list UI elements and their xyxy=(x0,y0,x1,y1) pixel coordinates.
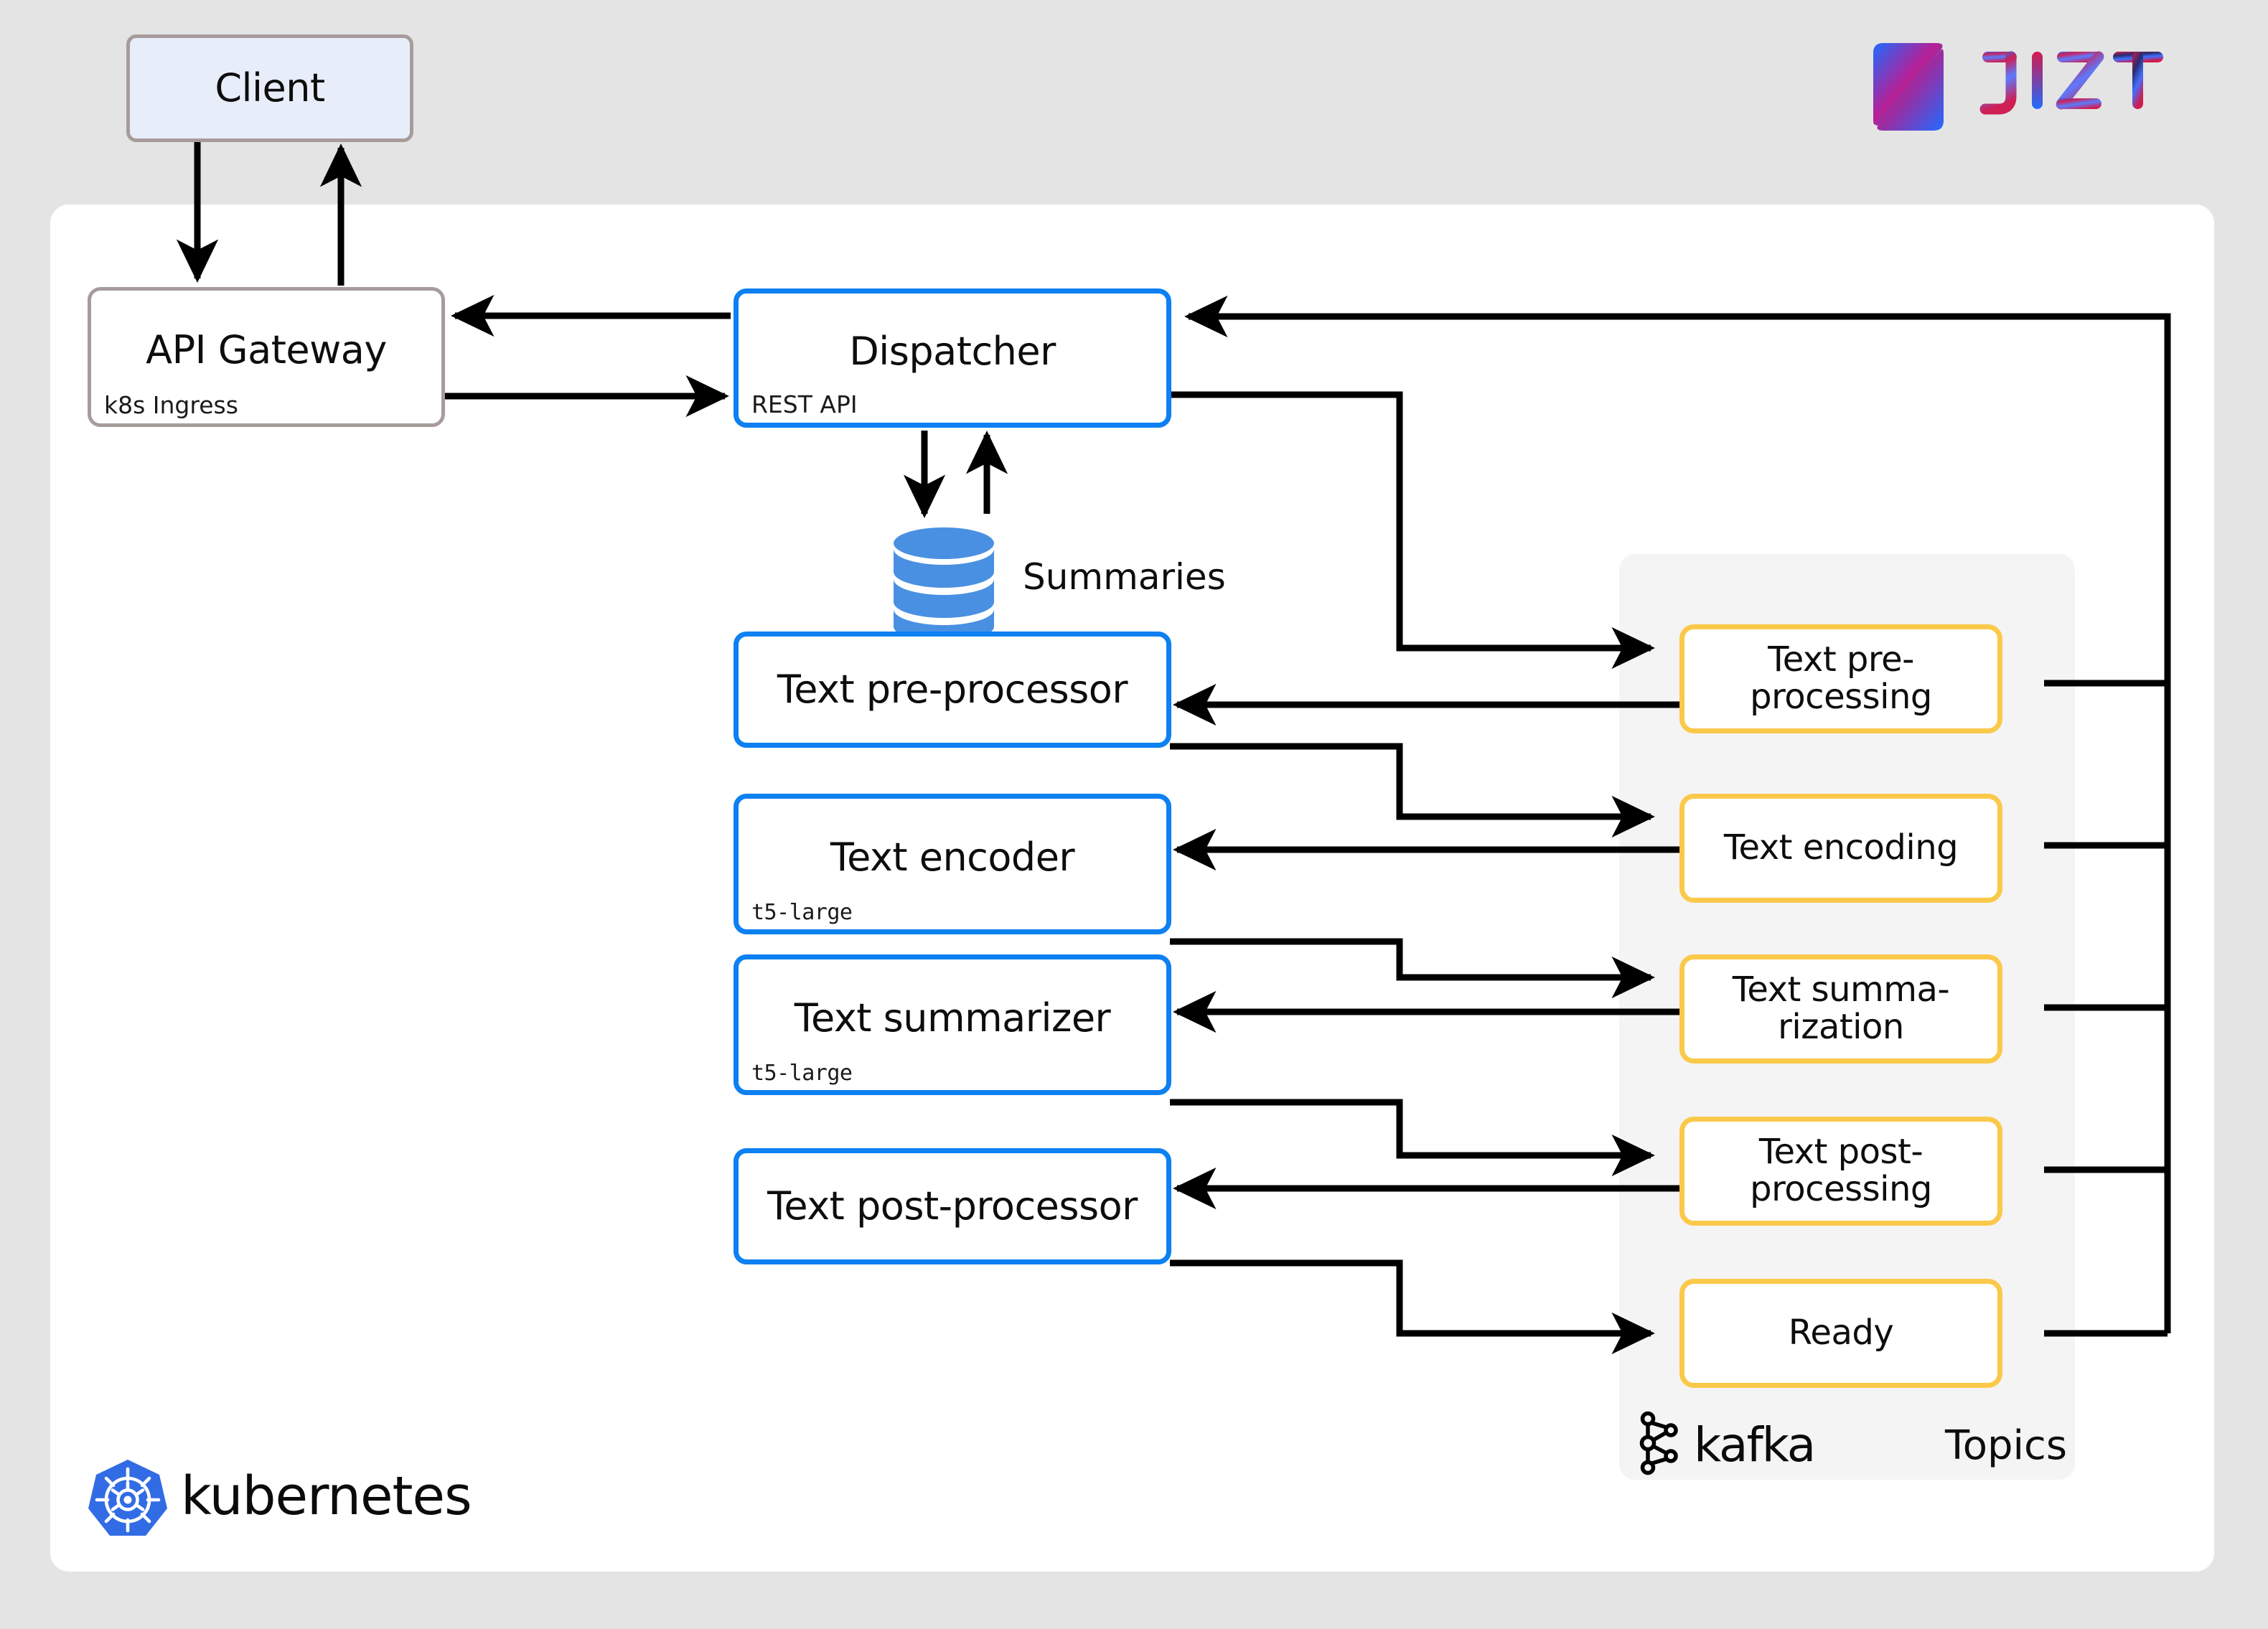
topic-text-pre-processing[interactable]: Text pre-processing xyxy=(1679,624,2002,733)
kubernetes-wordmark: kubernetes xyxy=(181,1465,472,1527)
client-node-label: Client xyxy=(215,65,325,111)
topic-label: Text summa-rization xyxy=(1732,970,1950,1047)
text-summarizer-label: Text summarizer xyxy=(794,995,1111,1041)
jizt-letter-z xyxy=(2056,51,2104,110)
edge-dispatcher-to-topic-pre-processing xyxy=(1170,391,1655,670)
api-gateway-label: API Gateway xyxy=(146,327,387,373)
topic-label: Text pre-processing xyxy=(1750,639,1932,717)
database-cylinder-icon xyxy=(894,527,994,642)
topic-text-encoding[interactable]: Text encoding xyxy=(1679,794,2002,903)
kafka-wordmark: kafka xyxy=(1694,1417,1816,1473)
topic-ready[interactable]: Ready xyxy=(1679,1279,2002,1388)
topic-label: Text encoding xyxy=(1723,827,1959,868)
text-summarizer-sublabel: t5-large xyxy=(751,1061,853,1086)
dispatcher-label: Dispatcher xyxy=(849,328,1056,374)
database-label: Summaries xyxy=(1023,556,1226,598)
dispatcher-node[interactable]: Dispatcher REST API xyxy=(734,288,1171,428)
jizt-letter-i xyxy=(2032,52,2043,109)
topic-text-summarization[interactable]: Text summa-rization xyxy=(1679,954,2002,1064)
jizt-logo xyxy=(1873,43,2163,131)
jizt-hourglass-icon xyxy=(1873,43,1944,131)
api-gateway-sublabel: k8s Ingress xyxy=(104,391,238,419)
topic-text-post-processing[interactable]: Text post-processing xyxy=(1679,1117,2002,1226)
jizt-letter-t xyxy=(2113,52,2163,109)
text-pre-processor-node[interactable]: Text pre-processor xyxy=(734,632,1171,748)
text-encoder-sublabel: t5-large xyxy=(751,900,853,925)
architecture-diagram: Client API Gateway k8s Ingress Dispatche… xyxy=(0,0,2268,1629)
client-node[interactable]: Client xyxy=(126,34,413,142)
text-pre-processor-label: Text pre-processor xyxy=(777,666,1128,712)
api-gateway-node[interactable]: API Gateway k8s Ingress xyxy=(88,287,445,427)
text-summarizer-node[interactable]: Text summarizer t5-large xyxy=(734,954,1171,1095)
text-encoder-label: Text encoder xyxy=(830,834,1075,880)
text-post-processor-label: Text post-processor xyxy=(767,1183,1138,1229)
kafka-topics-label: Topics xyxy=(1945,1422,2068,1469)
kafka-nodes-icon xyxy=(1639,1411,1678,1475)
dispatcher-sublabel: REST API xyxy=(751,390,858,418)
jizt-letter-j xyxy=(1979,51,2017,115)
topic-label: Text post-processing xyxy=(1750,1132,1932,1209)
text-encoder-node[interactable]: Text encoder t5-large xyxy=(734,794,1171,934)
kubernetes-helm-icon xyxy=(88,1460,167,1536)
edge-encoder-to-topic-summarization xyxy=(1170,938,1655,999)
text-post-processor-node[interactable]: Text post-processor xyxy=(734,1148,1171,1264)
edge-topics-bus-to-dispatcher xyxy=(1184,295,2171,1333)
edge-pre-processor-to-topic-encoding xyxy=(1170,743,1655,838)
topic-label: Ready xyxy=(1788,1313,1894,1353)
edge-summarizer-to-topic-post-processing xyxy=(1170,1099,1655,1177)
edge-post-processor-to-topic-ready xyxy=(1170,1259,1655,1355)
